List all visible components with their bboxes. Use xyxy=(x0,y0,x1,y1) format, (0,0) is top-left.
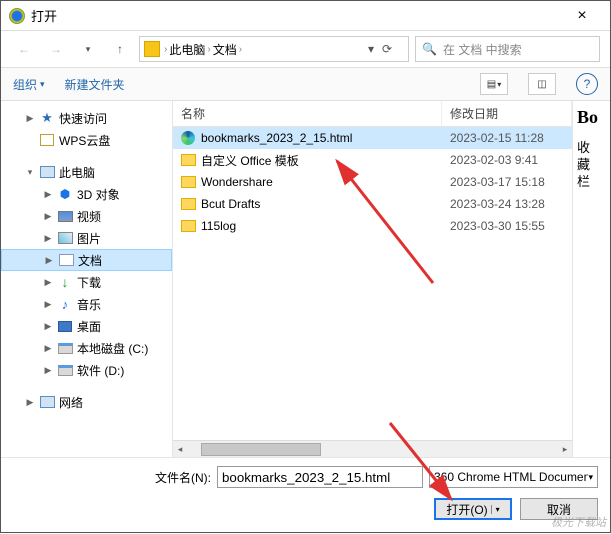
html-file-icon xyxy=(179,130,197,146)
search-placeholder: 在 文档 中搜索 xyxy=(443,41,522,58)
horizontal-scrollbar[interactable]: ◂ ▸ xyxy=(173,440,572,457)
scroll-right-icon[interactable]: ▸ xyxy=(558,444,572,455)
pc-icon xyxy=(39,164,55,180)
sidebar-item-videos[interactable]: ▶视频 xyxy=(1,205,172,227)
sidebar-item-documents[interactable]: ▶文档 xyxy=(1,249,172,271)
chevron-down-icon: ▾ xyxy=(588,472,593,483)
sidebar-item-pictures[interactable]: ▶图片 xyxy=(1,227,172,249)
preview-line: 栏 xyxy=(577,174,606,191)
column-headers: 名称 修改日期 xyxy=(173,101,572,127)
video-icon xyxy=(57,208,73,224)
preview-pane: Bo 收 藏 栏 xyxy=(572,101,610,457)
cube-icon: ⬢ xyxy=(57,186,73,202)
desktop-icon xyxy=(57,318,73,334)
documents-icon xyxy=(58,252,74,268)
search-input[interactable]: 🔍 在 文档 中搜索 xyxy=(415,36,600,62)
wps-icon xyxy=(39,132,55,148)
sidebar-item-d-drive[interactable]: ▶软件 (D:) xyxy=(1,359,172,381)
chevron-down-icon: ▾ xyxy=(25,167,35,178)
chevron-right-icon: › xyxy=(164,44,167,55)
music-icon: ♪ xyxy=(57,296,73,312)
sidebar-item-network[interactable]: ▶网络 xyxy=(1,391,172,413)
drive-icon xyxy=(57,340,73,356)
file-row[interactable]: 自定义 Office 模板 2023-02-03 9:41 xyxy=(173,149,572,171)
chevron-right-icon: ▶ xyxy=(43,233,53,244)
preview-pane-button[interactable]: ◫ xyxy=(528,73,556,95)
scroll-left-icon[interactable]: ◂ xyxy=(173,444,187,455)
forward-button[interactable]: → xyxy=(43,36,69,62)
recent-dropdown[interactable]: ▾ xyxy=(75,36,101,62)
breadcrumb-segment[interactable]: 此电脑 xyxy=(169,41,205,58)
column-modified[interactable]: 修改日期 xyxy=(442,101,572,126)
sidebar-item-wps-cloud[interactable]: WPS云盘 xyxy=(1,129,172,151)
chevron-right-icon: ▶ xyxy=(43,211,53,222)
window-title: 打开 xyxy=(31,6,562,25)
chevron-right-icon: ▶ xyxy=(43,343,53,354)
sidebar-item-3d[interactable]: ▶⬢3D 对象 xyxy=(1,183,172,205)
organize-menu[interactable]: 组织 ▾ xyxy=(13,76,45,93)
chevron-right-icon: ▶ xyxy=(43,299,53,310)
breadcrumb-dropdown[interactable]: ▾ xyxy=(368,42,374,56)
breadcrumb[interactable]: › 此电脑 › 文档 › ▾ ⟳ xyxy=(139,36,409,62)
folder-icon xyxy=(179,218,197,234)
column-name[interactable]: 名称 xyxy=(173,101,442,126)
help-button[interactable]: ? xyxy=(576,73,598,95)
chevron-right-icon: › xyxy=(239,44,242,55)
sidebar-item-this-pc[interactable]: ▾ 此电脑 xyxy=(1,161,172,183)
chevron-down-icon: ▾ xyxy=(491,505,500,514)
new-folder-button[interactable]: 新建文件夹 xyxy=(65,76,125,93)
chevron-right-icon: ▶ xyxy=(25,113,35,124)
sidebar-tree: ▶ ★ 快速访问 WPS云盘 ▾ 此电脑 ▶⬢3D 对象 ▶视频 ▶图片 ▶文档… xyxy=(1,101,173,457)
open-button[interactable]: 打开(O) ▾ xyxy=(434,498,512,520)
file-row[interactable]: Wondershare 2023-03-17 15:18 xyxy=(173,171,572,193)
breadcrumb-segment[interactable]: 文档 xyxy=(213,41,237,58)
pictures-icon xyxy=(57,230,73,246)
close-button[interactable]: × xyxy=(562,3,602,29)
app-logo-icon xyxy=(9,8,25,24)
file-row[interactable]: 115log 2023-03-30 15:55 xyxy=(173,215,572,237)
chevron-right-icon: ▶ xyxy=(43,277,53,288)
sidebar-item-quick-access[interactable]: ▶ ★ 快速访问 xyxy=(1,107,172,129)
chevron-right-icon: ▶ xyxy=(25,397,35,408)
scrollbar-thumb[interactable] xyxy=(201,443,321,456)
filename-input[interactable] xyxy=(217,466,423,488)
folder-icon xyxy=(179,196,197,212)
chevron-right-icon: › xyxy=(207,44,210,55)
sidebar-item-downloads[interactable]: ▶↓下载 xyxy=(1,271,172,293)
sidebar-item-music[interactable]: ▶♪音乐 xyxy=(1,293,172,315)
folder-icon xyxy=(144,41,160,57)
chevron-right-icon: ▶ xyxy=(43,321,53,332)
download-icon: ↓ xyxy=(57,274,73,290)
folder-icon xyxy=(179,174,197,190)
preview-line: 藏 xyxy=(577,157,606,174)
chevron-right-icon: ▶ xyxy=(43,189,53,200)
network-icon xyxy=(39,394,55,410)
star-icon: ★ xyxy=(39,110,55,126)
chevron-right-icon: ▶ xyxy=(44,255,54,266)
up-button[interactable]: ↑ xyxy=(107,36,133,62)
file-row[interactable]: bookmarks_2023_2_15.html 2023-02-15 11:2… xyxy=(173,127,572,149)
sidebar-item-desktop[interactable]: ▶桌面 xyxy=(1,315,172,337)
back-button[interactable]: ← xyxy=(11,36,37,62)
sidebar-item-c-drive[interactable]: ▶本地磁盘 (C:) xyxy=(1,337,172,359)
preview-title: Bo xyxy=(577,107,606,128)
view-mode-button[interactable]: ▤▾ xyxy=(480,73,508,95)
drive-icon xyxy=(57,362,73,378)
filename-label: 文件名(N): xyxy=(155,469,211,486)
file-list: bookmarks_2023_2_15.html 2023-02-15 11:2… xyxy=(173,127,572,440)
watermark: 极光下载站 xyxy=(551,514,606,530)
chevron-down-icon: ▾ xyxy=(40,79,45,90)
search-icon: 🔍 xyxy=(422,42,437,56)
preview-line: 收 xyxy=(577,140,606,157)
folder-icon xyxy=(179,152,197,168)
chevron-right-icon: ▶ xyxy=(43,365,53,376)
file-row[interactable]: Bcut Drafts 2023-03-24 13:28 xyxy=(173,193,572,215)
file-type-select[interactable]: 360 Chrome HTML Documen ▾ xyxy=(429,466,598,488)
refresh-button[interactable]: ⟳ xyxy=(382,42,404,56)
